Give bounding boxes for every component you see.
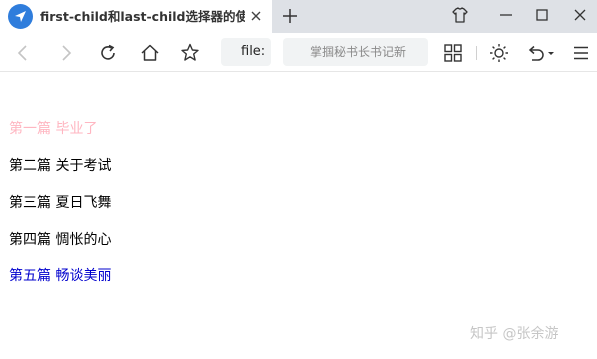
undo-dropdown-icon[interactable]: [524, 42, 558, 64]
brightness-icon[interactable]: [488, 42, 510, 64]
watermark: 知乎 @张余游: [470, 326, 559, 342]
browser-tab[interactable]: first-child和last-child选择器的使: [0, 0, 272, 33]
tab-title: first-child和last-child选择器的使: [40, 9, 245, 24]
address-bar[interactable]: file:: [221, 38, 271, 66]
toolbar-divider: [476, 46, 477, 60]
new-tab-icon[interactable]: [281, 7, 299, 25]
minimize-icon[interactable]: [496, 5, 516, 25]
toolbar: file:: [0, 33, 597, 72]
article-item: 第一篇 毕业了: [9, 121, 98, 137]
article-item: 第三篇 夏日飞舞: [9, 195, 112, 211]
address-text: file:: [241, 44, 266, 59]
menu-icon[interactable]: [570, 42, 592, 64]
article-item: 第四篇 惆怅的心: [9, 232, 112, 248]
page-content: 第一篇 毕业了 第二篇 关于考试 第三篇 夏日飞舞 第四篇 惆怅的心 第五篇 畅…: [0, 72, 597, 359]
bookmark-star-icon[interactable]: [179, 42, 201, 64]
forward-icon[interactable]: [55, 42, 77, 64]
back-icon[interactable]: [12, 42, 34, 64]
article-item: 第五篇 畅谈美丽: [9, 268, 112, 284]
reload-icon[interactable]: [97, 42, 119, 64]
maximize-icon[interactable]: [532, 5, 552, 25]
apps-grid-icon[interactable]: [442, 42, 464, 64]
browser-logo-icon: [8, 4, 33, 29]
close-window-icon[interactable]: [570, 5, 590, 25]
title-bar: first-child和last-child选择器的使: [0, 0, 597, 33]
article-item: 第二篇 关于考试: [9, 158, 112, 174]
shirt-icon[interactable]: [450, 5, 470, 25]
home-icon[interactable]: [139, 42, 161, 64]
search-input[interactable]: [283, 38, 428, 66]
close-tab-icon[interactable]: [249, 9, 263, 23]
